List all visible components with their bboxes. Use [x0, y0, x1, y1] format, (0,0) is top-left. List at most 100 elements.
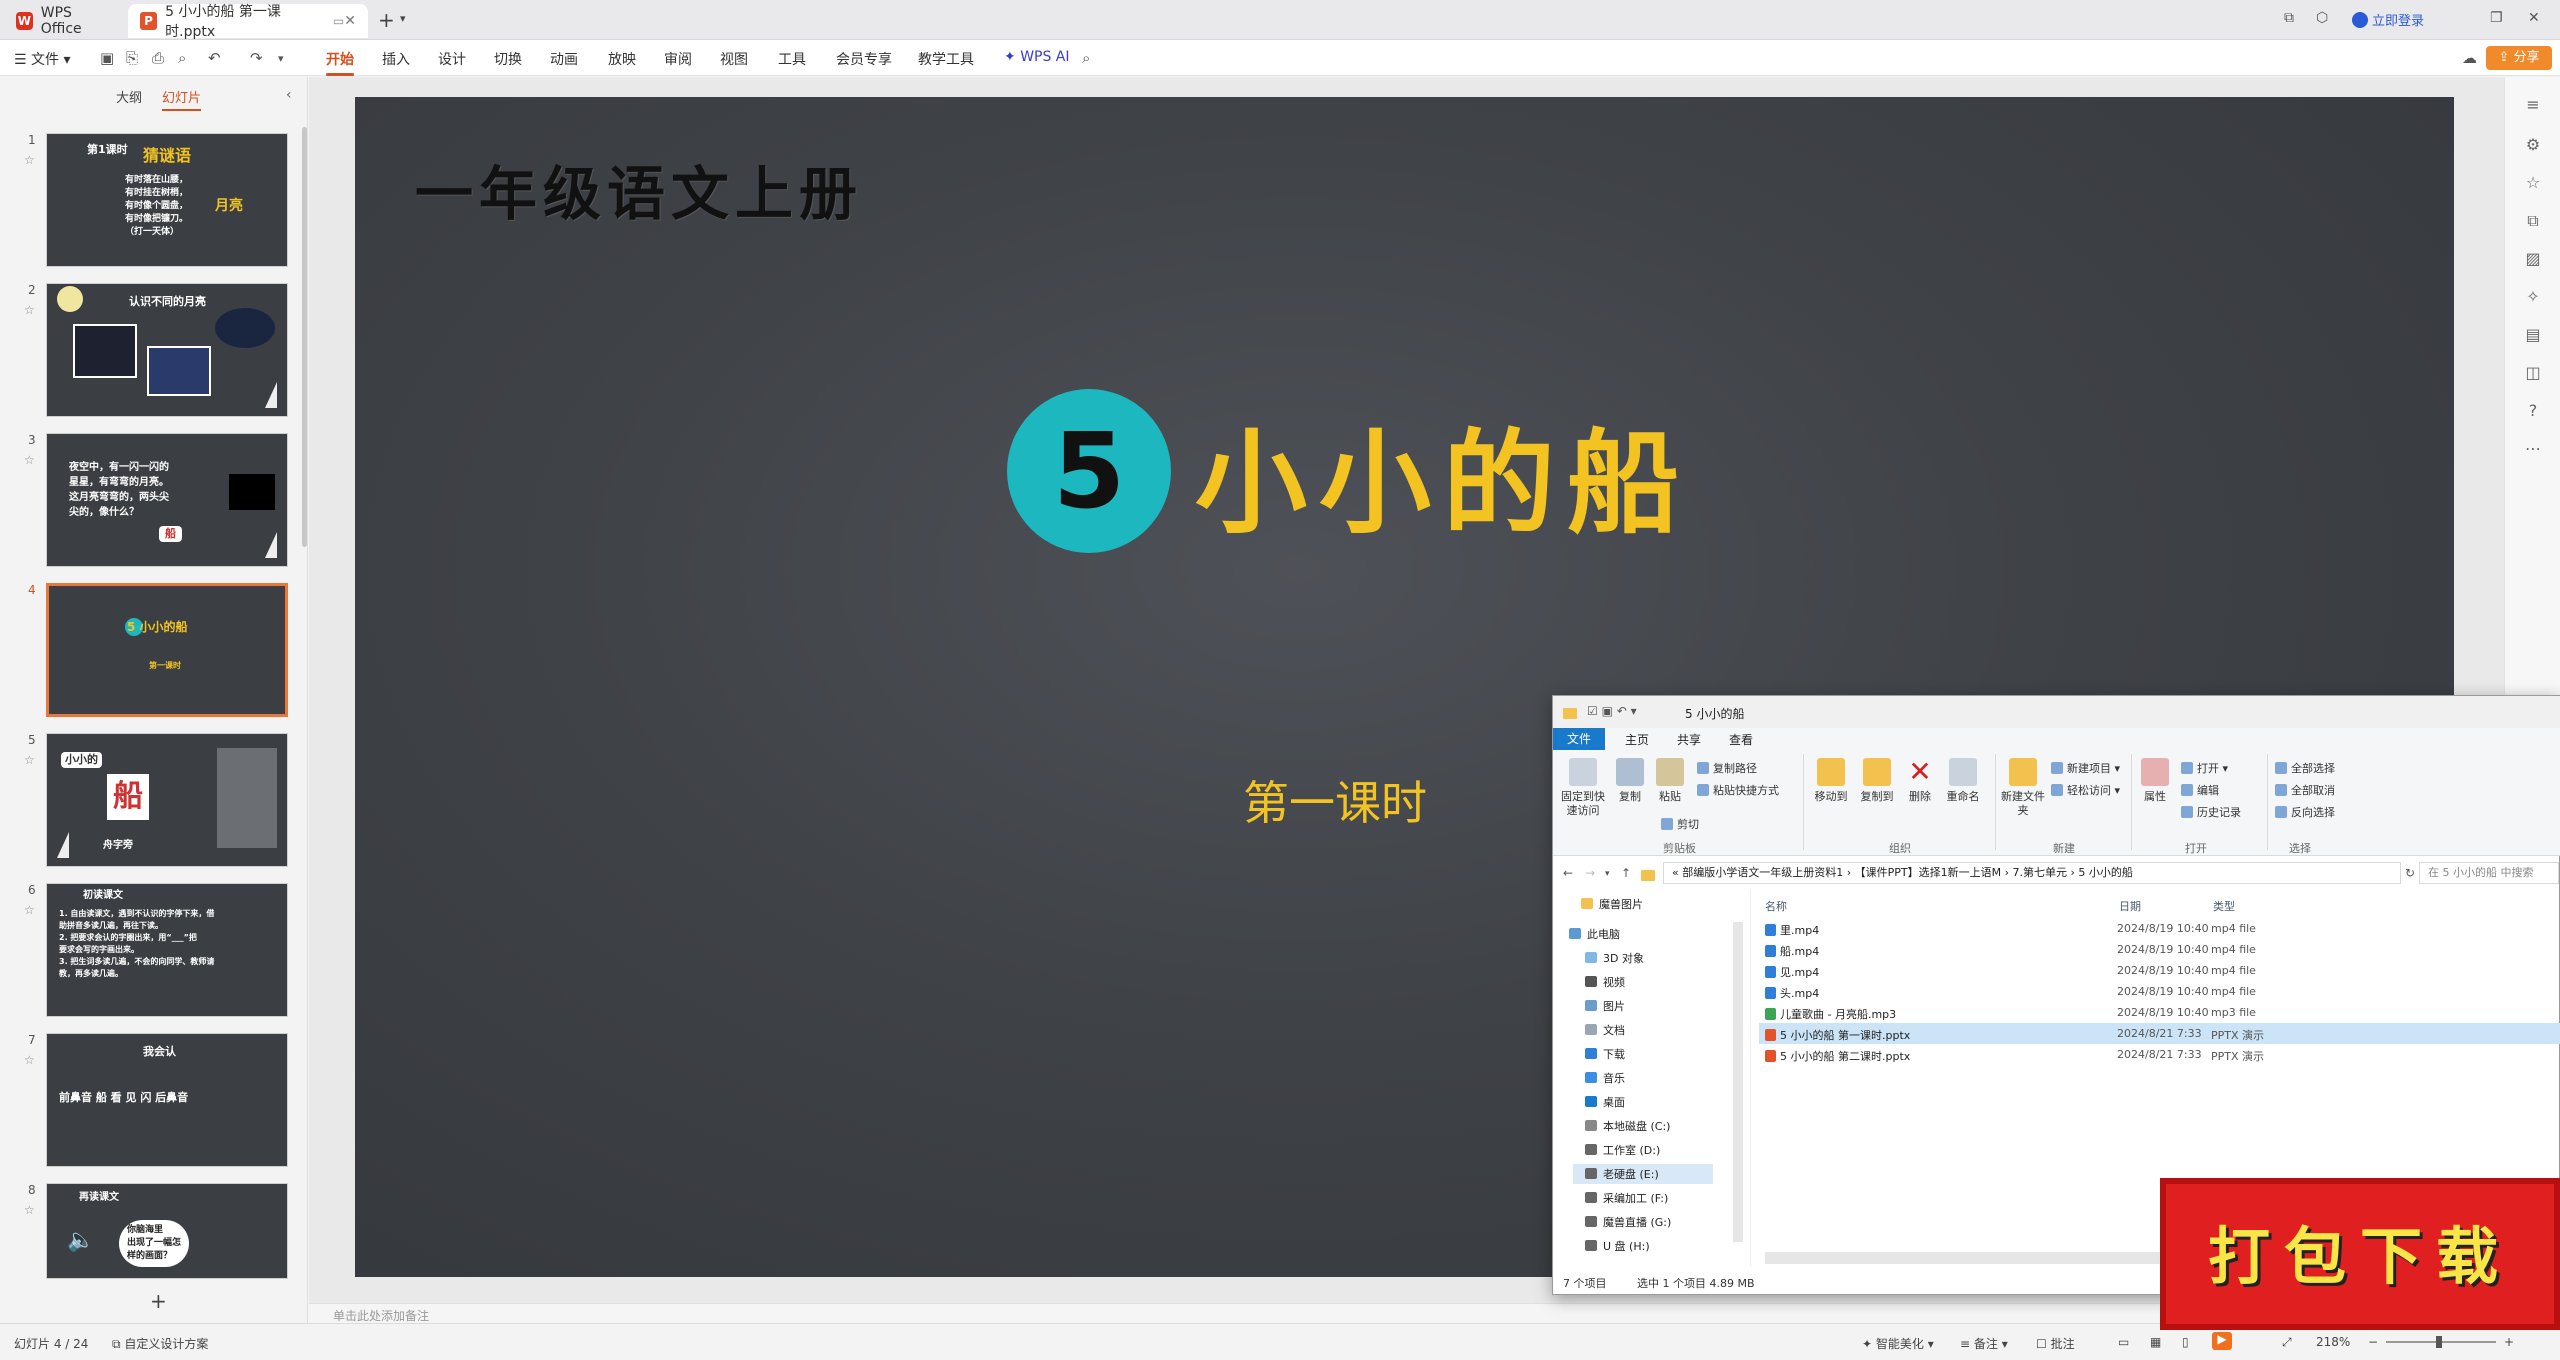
export-pdf-icon[interactable]: ⎘: [126, 49, 138, 67]
open-button[interactable]: 打开 ▾: [2181, 760, 2228, 776]
zoom-out-icon[interactable]: −: [2368, 1335, 2378, 1349]
menu-tools[interactable]: 工具: [778, 49, 806, 69]
nav-item-pictures[interactable]: 图片: [1585, 998, 1625, 1014]
invert-selection-button[interactable]: 反向选择: [2275, 804, 2335, 820]
slide-thumbnail[interactable]: 初读课文 1. 自由读课文，遇到不认识的字停下来，借 助拼音多读几遍，再往下读。…: [46, 883, 288, 1017]
file-row[interactable]: 头.mp4 2024/8/19 10:40 mp4 file: [1759, 981, 2560, 1002]
image-icon[interactable]: ▨: [2521, 249, 2545, 268]
book-icon[interactable]: ▤: [2521, 325, 2545, 344]
close-window-icon[interactable]: ✕: [2528, 10, 2540, 26]
tab-slides[interactable]: 幻灯片: [162, 87, 202, 111]
slide-subtitle[interactable]: 第一课时: [1243, 767, 1427, 833]
move-to-button[interactable]: 移动到: [1809, 758, 1853, 804]
menu-wps-ai[interactable]: ✦ WPS AI: [1004, 49, 1070, 65]
new-tab-icon[interactable]: +: [378, 8, 395, 32]
menu-file[interactable]: ☰ 文件 ▾: [14, 49, 71, 69]
more-icon[interactable]: ⋯: [2521, 439, 2545, 458]
redo-icon[interactable]: ↷: [250, 49, 263, 67]
select-none-button[interactable]: 全部取消: [2275, 782, 2335, 798]
login-link[interactable]: 立即登录: [2352, 10, 2424, 29]
pin-quick-access-button[interactable]: 固定到快速访问: [1559, 758, 1607, 818]
help-icon[interactable]: ?: [2521, 401, 2545, 420]
add-slide-icon[interactable]: +: [150, 1289, 167, 1313]
menu-review[interactable]: 审阅: [664, 49, 692, 69]
nav-item-drive-e[interactable]: 老硬盘 (E:): [1573, 1164, 1713, 1184]
slide-thumbnail-row[interactable]: 6 ☆ 初读课文 1. 自由读课文，遇到不认识的字停下来，借 助拼音多读几遍，再…: [0, 883, 300, 1023]
print-preview-icon[interactable]: ⌕: [178, 49, 186, 67]
nav-item-this-pc[interactable]: 此电脑: [1569, 926, 1620, 942]
star-icon[interactable]: ☆: [24, 453, 35, 467]
slide-thumbnail[interactable]: 认识不同的月亮: [46, 283, 288, 417]
tab-wps-home[interactable]: W WPS Office: [4, 4, 124, 38]
nav-item-videos[interactable]: 视频: [1585, 974, 1625, 990]
window-layout-icon[interactable]: ⧉: [2284, 10, 2294, 26]
cube-icon[interactable]: ⬡: [2316, 10, 2328, 26]
recent-locations-icon[interactable]: ▾: [1605, 869, 1610, 879]
file-row[interactable]: 船.mp4 2024/8/19 10:40 mp4 file: [1759, 939, 2560, 960]
design-scheme-button[interactable]: ⧉ 自定义设计方案: [112, 1335, 208, 1352]
slide-thumbnail[interactable]: 夜空中，有一闪一闪的 星星，有弯弯的月亮。 这月亮弯弯的，两头尖 尖的，像什么？…: [46, 433, 288, 567]
print-icon[interactable]: ⎙: [152, 49, 164, 67]
file-row[interactable]: 里.mp4 2024/8/19 10:40 mp4 file: [1759, 918, 2560, 939]
column-header-type[interactable]: 类型: [2213, 898, 2235, 914]
edit-button[interactable]: 编辑: [2181, 782, 2219, 798]
slide-thumbnail[interactable]: 我会认 前鼻音 船 看 见 闪 后鼻音: [46, 1033, 288, 1167]
nav-item-drive-d[interactable]: 工作室 (D:): [1585, 1142, 1660, 1158]
star-icon[interactable]: ☆: [24, 1203, 35, 1217]
nav-item-music[interactable]: 音乐: [1585, 1070, 1625, 1086]
address-bar[interactable]: « 部编版小学语文一年级上册资料1 › 【课件PPT】选择1新一上语M › 7.…: [1663, 862, 2401, 884]
quick-access-more-icon[interactable]: ▾: [278, 52, 284, 65]
zoom-slider-handle[interactable]: [2436, 1336, 2442, 1348]
explorer-tab-view[interactable]: 查看: [1729, 731, 1753, 748]
select-all-button[interactable]: 全部选择: [2275, 760, 2335, 776]
cut-button[interactable]: 剪切: [1661, 816, 1699, 832]
new-item-button[interactable]: 新建项目 ▾: [2051, 760, 2120, 776]
back-icon[interactable]: ←: [1563, 866, 1573, 880]
slide-thumbnail[interactable]: 第1课时 猜谜语 有时落在山腰， 有时挂在树梢， 有时像个圆盘， 有时像把镰刀。…: [46, 133, 288, 267]
reading-view-icon[interactable]: ▯: [2182, 1335, 2189, 1349]
download-banner[interactable]: 打包下载: [2160, 1178, 2560, 1330]
close-tab-icon[interactable]: ✕: [344, 13, 356, 29]
menu-home[interactable]: 开始: [326, 49, 354, 76]
fit-window-icon[interactable]: ⤢: [2282, 1335, 2292, 1350]
slide-thumbnail-row[interactable]: 2 ☆ 认识不同的月亮: [0, 283, 300, 423]
nav-item-3d-objects[interactable]: 3D 对象: [1585, 950, 1644, 966]
properties-button[interactable]: 属性: [2137, 758, 2173, 804]
slide-grade-heading[interactable]: 一年级语文上册: [415, 147, 863, 231]
slide-thumbnail-active[interactable]: 5 小小的船 第一课时: [46, 583, 288, 717]
collapse-panel-icon[interactable]: ‹: [286, 87, 292, 103]
lesson-number-badge[interactable]: 5: [1007, 389, 1171, 553]
restore-window-icon[interactable]: ❐: [2490, 10, 2503, 26]
forward-icon[interactable]: →: [1585, 866, 1595, 880]
file-row[interactable]: 儿童歌曲 - 月亮船.mp3 2024/8/19 10:40 mp3 file: [1759, 1002, 2560, 1023]
search-icon[interactable]: ⌕: [1082, 49, 1090, 67]
quick-access-toolbar[interactable]: ☑ ▣ ↶ ▾: [1587, 704, 1637, 718]
up-icon[interactable]: ↑: [1621, 866, 1631, 880]
nav-item-documents[interactable]: 文档: [1585, 1022, 1625, 1038]
paste-button[interactable]: 粘贴: [1653, 758, 1687, 804]
menu-design[interactable]: 设计: [438, 49, 466, 69]
sliders-icon[interactable]: ⚙: [2521, 135, 2545, 154]
column-header-date[interactable]: 日期: [2119, 898, 2141, 914]
rename-button[interactable]: 重命名: [1941, 758, 1985, 804]
undo-icon[interactable]: ↶: [208, 49, 221, 67]
paste-shortcut-button[interactable]: 粘贴快捷方式: [1697, 782, 1779, 798]
copy-button[interactable]: 复制: [1613, 758, 1647, 804]
explorer-tab-home[interactable]: 主页: [1625, 731, 1649, 748]
play-slideshow-icon[interactable]: ▶: [2212, 1332, 2232, 1350]
file-row[interactable]: 见.mp4 2024/8/19 10:40 mp4 file: [1759, 960, 2560, 981]
copy-icon[interactable]: ⧉: [2521, 211, 2545, 231]
menu-member[interactable]: 会员专享: [836, 49, 892, 69]
layers-icon[interactable]: ◫: [2521, 363, 2545, 382]
cloud-sync-icon[interactable]: ☁: [2462, 49, 2477, 67]
format-icon[interactable]: ≡: [2521, 95, 2545, 114]
menu-view[interactable]: 视图: [720, 49, 748, 69]
menu-slideshow[interactable]: 放映: [608, 49, 636, 69]
star-outline-icon[interactable]: ☆: [2521, 173, 2545, 192]
nav-item-downloads[interactable]: 下载: [1585, 1046, 1625, 1062]
menu-insert[interactable]: 插入: [382, 49, 410, 69]
refresh-icon[interactable]: ↻: [2405, 866, 2415, 880]
new-folder-button[interactable]: 新建文件夹: [2001, 758, 2045, 818]
easy-access-button[interactable]: 轻松访问 ▾: [2051, 782, 2120, 798]
window-mode-icon[interactable]: ▭: [333, 14, 344, 28]
